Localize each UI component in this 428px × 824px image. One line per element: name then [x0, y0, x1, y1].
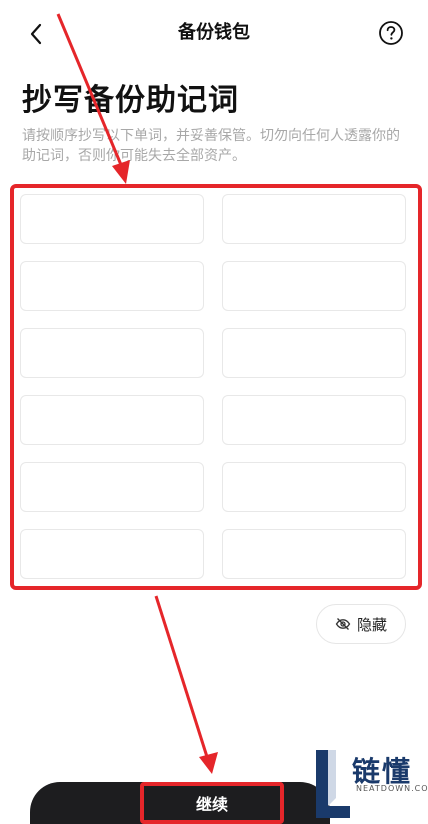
watermark: 链懂 NEATDOWN.COM [316, 748, 428, 824]
page-title: 备份钱包 [178, 22, 250, 43]
hide-button-label: 隐藏 [356, 615, 387, 634]
word-slot-4 [222, 261, 406, 311]
word-slot-10 [222, 462, 406, 512]
word-slot-3 [20, 261, 204, 311]
watermark-logo-icon [316, 750, 350, 818]
continue-button-highlight: 继续 [140, 782, 284, 824]
word-slot-8 [222, 395, 406, 445]
description: 请按顺序抄写以下单词，并妥善保管。切勿向任何人透露你的助记词，否则你可能失去全部… [22, 128, 400, 164]
arrow-to-continue [154, 595, 210, 761]
word-slot-9 [20, 462, 204, 512]
heading: 抄写备份助记词 [22, 83, 239, 118]
word-slot-5 [20, 328, 204, 378]
word-slot-2 [222, 194, 406, 244]
word-slot-7 [20, 395, 204, 445]
top-nav: 备份钱包 [0, 0, 428, 66]
continue-button-label: 继续 [195, 795, 228, 814]
help-button[interactable] [378, 20, 404, 46]
word-slot-12 [222, 529, 406, 579]
eye-off-icon [335, 618, 351, 630]
watermark-subtext: NEATDOWN.COM [356, 784, 428, 793]
arrow-to-continue-head [199, 752, 218, 774]
help-icon [379, 21, 403, 45]
word-slot-1 [20, 194, 204, 244]
hide-button[interactable]: 隐藏 [316, 604, 406, 644]
word-slot-6 [222, 328, 406, 378]
word-slot-11 [20, 529, 204, 579]
backup-wallet-screen: 备份钱包 抄写备份助记词 请按顺序抄写以下单词，并妥善保管。切勿向任何人透露你的… [0, 0, 428, 824]
